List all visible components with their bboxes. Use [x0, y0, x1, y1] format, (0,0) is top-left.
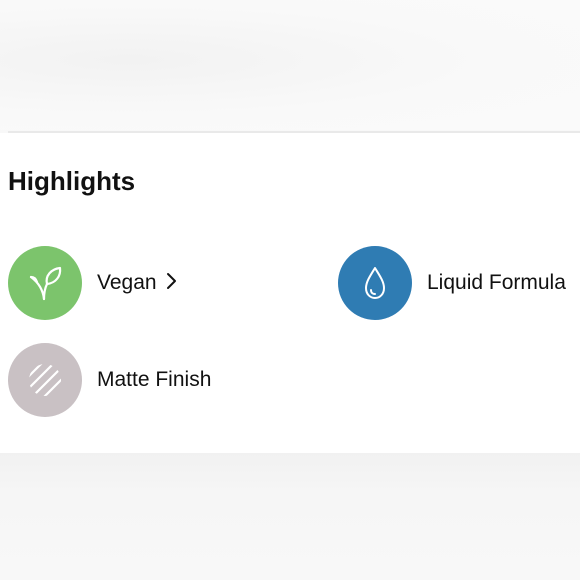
chevron-right-icon[interactable] — [166, 272, 177, 295]
vegan-badge — [8, 246, 82, 320]
highlight-vegan[interactable]: Vegan — [8, 246, 177, 320]
liquid-formula-badge — [338, 246, 412, 320]
liquid-formula-label: Liquid Formula — [427, 271, 566, 294]
striped-circle-icon — [29, 364, 61, 396]
highlights-title: Highlights — [8, 166, 136, 196]
droplet-icon — [365, 267, 385, 299]
product-highlights-page: Highlights Vegan Liquid Formula Matte Fi… — [0, 0, 580, 580]
vegan-label: Vegan — [97, 271, 157, 294]
leaf-icon — [29, 266, 62, 301]
highlight-matte-finish: Matte Finish — [8, 343, 211, 417]
bottom-background — [0, 453, 580, 580]
highlight-liquid-formula: Liquid Formula — [338, 246, 566, 320]
top-background — [0, 0, 580, 130]
matte-finish-badge — [8, 343, 82, 417]
matte-finish-label: Matte Finish — [97, 368, 212, 391]
